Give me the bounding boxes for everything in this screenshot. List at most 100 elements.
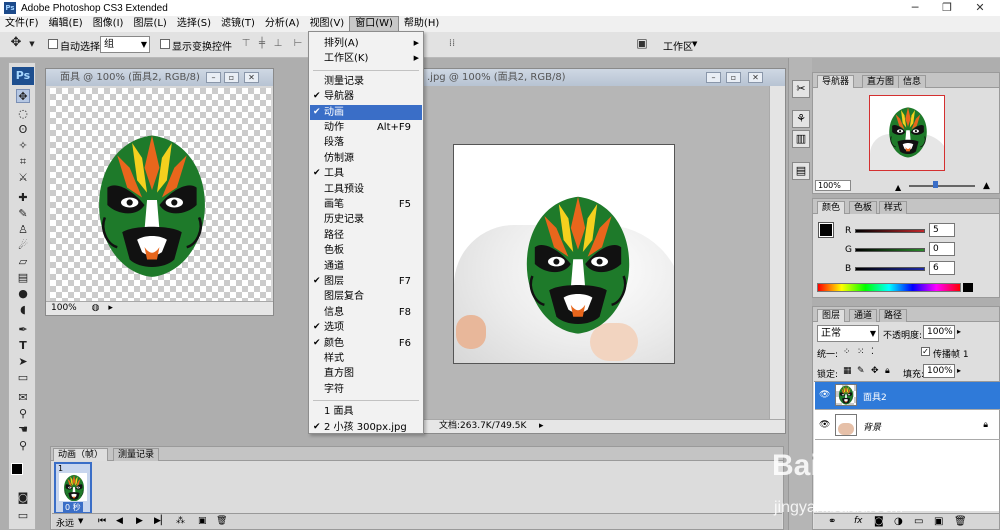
- align-bottom-icon[interactable]: ⊥: [272, 38, 284, 50]
- menu-view[interactable]: 视图(V): [305, 16, 350, 32]
- workspace-button[interactable]: 工作区: [663, 38, 693, 53]
- channel-b-slider[interactable]: [855, 267, 925, 271]
- propagate-checkbox[interactable]: ✓: [921, 347, 930, 356]
- window-menu-item[interactable]: 路径: [310, 228, 422, 243]
- layer-row-mask2[interactable]: 👁︎ 面具2: [815, 382, 1000, 410]
- marquee-tool-icon[interactable]: ◌: [16, 107, 30, 121]
- menu-select[interactable]: 选择(S): [172, 16, 216, 32]
- align-middle-icon[interactable]: ╪: [256, 38, 268, 50]
- tween-icon[interactable]: ⁂: [176, 516, 185, 526]
- menu-analysis[interactable]: 分析(A): [260, 16, 305, 32]
- tab-info[interactable]: 信息: [898, 75, 927, 88]
- show-transform-checkbox[interactable]: [160, 39, 170, 49]
- loop-options[interactable]: 永远: [56, 516, 74, 529]
- lock-transparency-icon[interactable]: ▦: [843, 366, 852, 376]
- clone-stamp-icon[interactable]: ♙: [16, 223, 30, 237]
- window-menu-item[interactable]: ✔ 颜色 F6: [310, 336, 422, 351]
- channel-b-value[interactable]: 6: [929, 261, 955, 275]
- restore-icon[interactable]: ▫: [726, 72, 741, 83]
- unify-visibility-icon[interactable]: ⁙: [857, 347, 865, 357]
- window-menu-item[interactable]: ✔ 选项: [310, 320, 422, 335]
- window-menu-item[interactable]: 测量记录: [310, 74, 422, 89]
- window-menu-item[interactable]: 画笔 F5: [310, 197, 422, 212]
- tab-swatches[interactable]: 色板: [849, 201, 878, 214]
- type-tool-icon[interactable]: T: [16, 339, 30, 353]
- eraser-tool-icon[interactable]: ▱: [16, 255, 30, 269]
- layer-name[interactable]: 面具2: [863, 390, 887, 403]
- layer-row-background[interactable]: 👁︎ 背景 🔒︎: [815, 412, 1000, 440]
- auto-select-checkbox[interactable]: [48, 39, 58, 49]
- menu-image[interactable]: 图像(I): [88, 16, 129, 32]
- menu-layer[interactable]: 图层(L): [128, 16, 171, 32]
- move-tool-icon[interactable]: ✥: [16, 89, 30, 103]
- window-menu-item[interactable]: ✔ 导航器: [310, 89, 422, 104]
- unify-position-icon[interactable]: ⁘: [843, 347, 851, 357]
- crop-tool-icon[interactable]: ⌗: [16, 155, 30, 169]
- channel-r-slider[interactable]: [855, 229, 925, 233]
- fill-field[interactable]: 100%: [923, 364, 955, 378]
- unify-style-icon[interactable]: ⁚: [871, 347, 874, 357]
- chevron-down-icon[interactable]: ▼: [78, 517, 83, 525]
- align-top-icon[interactable]: ⊤: [240, 38, 252, 50]
- eye-icon[interactable]: 👁︎: [819, 390, 830, 400]
- document-window-child[interactable]: .jpg @ 100% (面具2, RGB/8) – ▫ ✕ 文档:263.7K…: [418, 68, 786, 434]
- arrow-right-icon[interactable]: ▸: [957, 366, 961, 375]
- brushes-panel-icon[interactable]: ⚘: [792, 110, 810, 128]
- menu-help[interactable]: 帮助(H): [399, 16, 444, 32]
- play-icon[interactable]: ▶: [136, 516, 143, 526]
- tab-measurement-log[interactable]: 测量记录: [113, 448, 160, 461]
- window-menu-item[interactable]: ✔ 动画: [310, 104, 422, 120]
- blur-tool-icon[interactable]: ●: [16, 287, 30, 301]
- document-title-bar[interactable]: .jpg @ 100% (面具2, RGB/8) – ▫ ✕: [419, 69, 785, 86]
- clone-source-icon[interactable]: ▥: [792, 130, 810, 148]
- zoom-slider[interactable]: [909, 185, 975, 187]
- tab-animation[interactable]: 动画（帧）: [53, 448, 109, 461]
- zoom-value[interactable]: 100%: [51, 303, 77, 313]
- move-tool-icon[interactable]: ✥: [10, 36, 22, 49]
- notes-tool-icon[interactable]: ✉: [16, 391, 30, 405]
- color-spectrum-bar[interactable]: [817, 283, 961, 292]
- window-menu-item[interactable]: 工具预设: [310, 182, 422, 197]
- lock-all-icon[interactable]: 🔒︎: [885, 366, 890, 376]
- menu-file[interactable]: 文件(F): [0, 16, 44, 32]
- animation-frame-1[interactable]: 1 0 秒: [54, 462, 92, 514]
- magic-wand-icon[interactable]: ✧: [16, 139, 30, 153]
- window-menu-item[interactable]: 1 面具: [310, 404, 422, 419]
- window-menu-item[interactable]: 动作 Alt+F9: [310, 120, 422, 135]
- navigator-preview[interactable]: [869, 95, 945, 171]
- window-menu-item[interactable]: 段落: [310, 135, 422, 150]
- menu-window[interactable]: 窗口(W): [349, 16, 399, 32]
- eyedropper-icon[interactable]: ⚲: [16, 407, 30, 421]
- menu-filter[interactable]: 滤镜(T): [216, 16, 260, 32]
- window-menu-item[interactable]: ✔ 工具: [310, 166, 422, 181]
- window-menu-item[interactable]: 工作区(K) ▶: [310, 51, 422, 66]
- delete-frame-icon[interactable]: 🗑︎: [216, 516, 227, 526]
- auto-select-dropdown[interactable]: 组 ▼: [100, 36, 150, 53]
- minimize-icon[interactable]: –: [206, 72, 221, 83]
- zoom-out-icon[interactable]: ▲: [895, 183, 901, 192]
- minimize-icon[interactable]: –: [706, 72, 721, 83]
- auto-align-icon[interactable]: ⁞⁞: [446, 38, 458, 50]
- tab-navigator[interactable]: 导航器: [817, 75, 855, 88]
- lasso-tool-icon[interactable]: ʘ: [16, 123, 30, 137]
- arrow-right-icon[interactable]: ▸: [539, 420, 544, 433]
- chevron-down-icon[interactable]: ▼: [26, 38, 38, 50]
- close-icon[interactable]: ✕: [244, 72, 259, 83]
- foreground-color-swatch[interactable]: [11, 463, 23, 475]
- window-menu-item[interactable]: 仿制源: [310, 151, 422, 166]
- screen-mode-icon[interactable]: ▭: [16, 509, 30, 523]
- zoom-in-icon[interactable]: ▲: [983, 181, 990, 191]
- navigator-zoom-field[interactable]: 100%: [815, 180, 851, 191]
- eye-icon[interactable]: 👁︎: [819, 420, 830, 430]
- foreground-color-swatch[interactable]: [818, 222, 834, 238]
- shape-tool-icon[interactable]: ▭: [16, 371, 30, 385]
- hand-tool-icon[interactable]: ☚: [16, 423, 30, 437]
- channel-g-value[interactable]: 0: [929, 242, 955, 256]
- close-icon[interactable]: ✕: [748, 72, 763, 83]
- brush-tool-icon[interactable]: ✎: [16, 207, 30, 221]
- canvas-area[interactable]: [419, 86, 769, 421]
- document-window-mask[interactable]: 面具 @ 100% (面具2, RGB/8) – ▫ ✕ 100% ◍ ▸: [45, 68, 274, 316]
- photo-canvas[interactable]: [453, 144, 675, 364]
- window-menu-item[interactable]: 色板: [310, 243, 422, 258]
- close-icon[interactable]: ✕: [965, 0, 995, 16]
